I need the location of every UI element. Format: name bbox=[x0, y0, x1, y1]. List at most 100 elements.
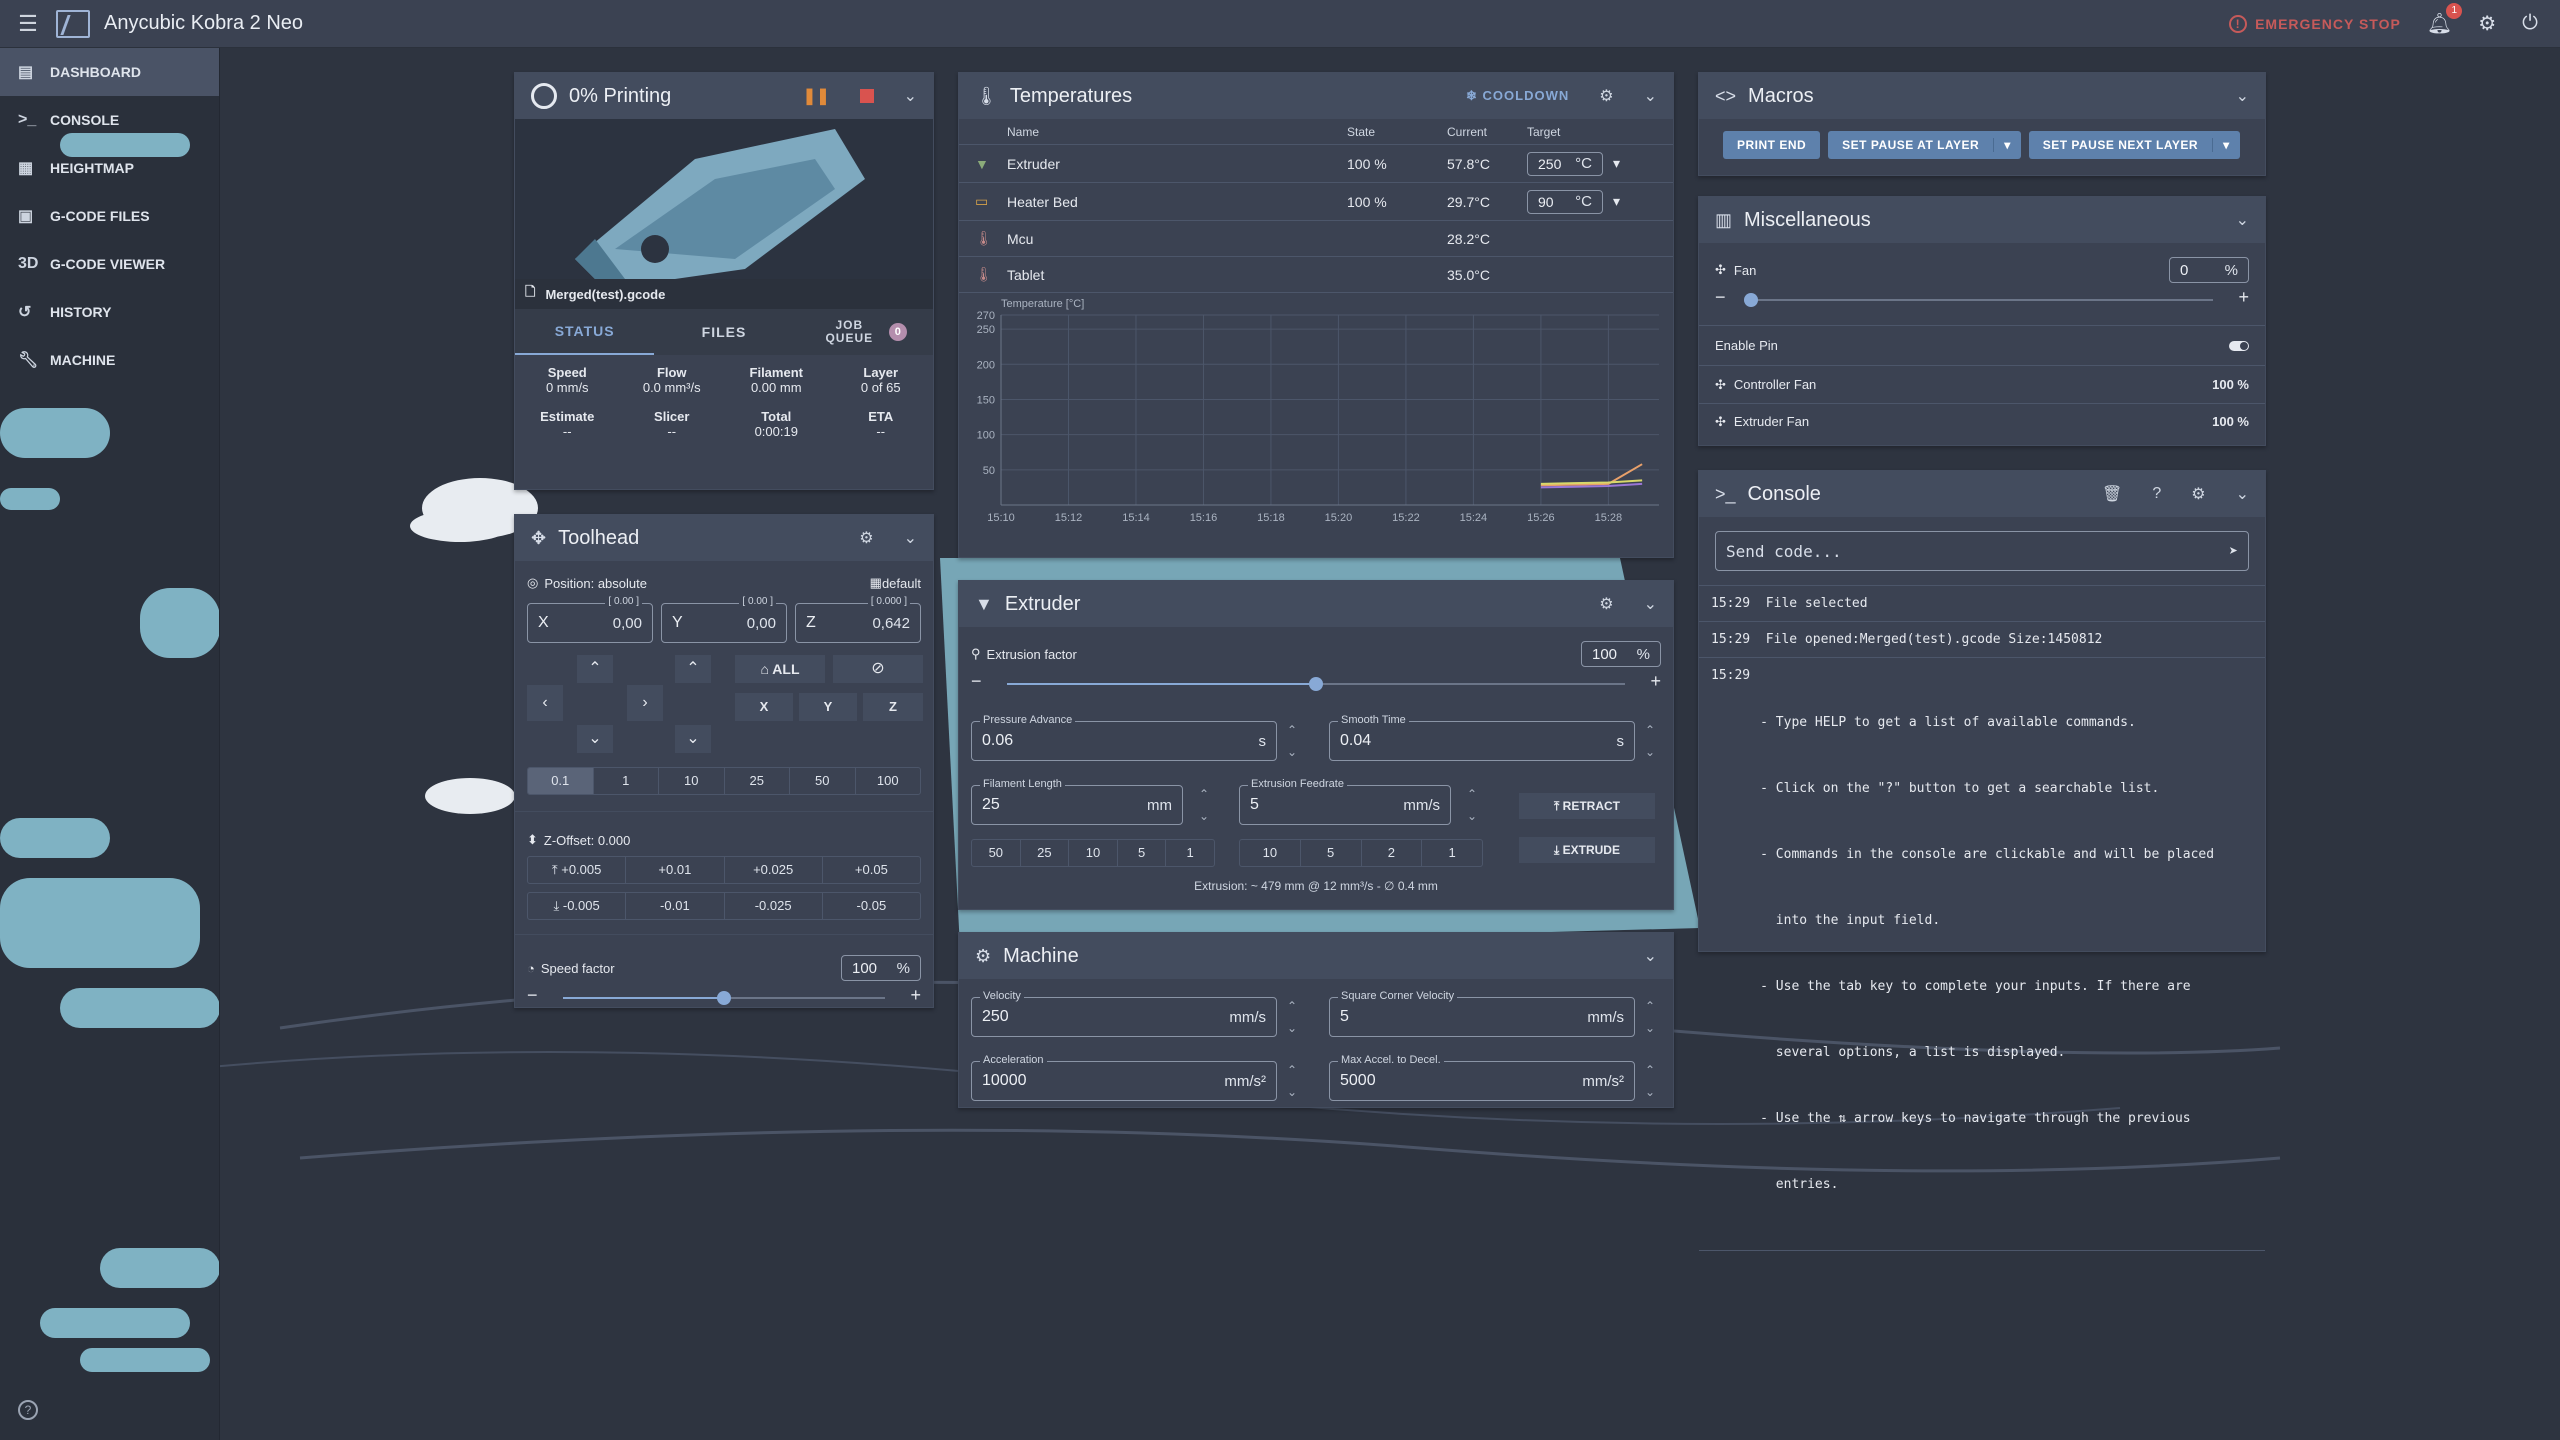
pressure-advance-field[interactable]: Pressure Advance 0.06 s bbox=[971, 714, 1277, 761]
cooldown-button[interactable]: ❄ COOLDOWN bbox=[1466, 88, 1569, 104]
chevron-down-icon[interactable]: ▾ bbox=[2212, 138, 2240, 152]
chevron-down-icon[interactable]: ⌄ bbox=[904, 528, 917, 548]
smooth-time-field[interactable]: Smooth Time 0.04 s bbox=[1329, 714, 1635, 761]
minus-icon[interactable]: − bbox=[971, 671, 982, 692]
retract-button[interactable]: ⤒ RETRACT bbox=[1519, 793, 1655, 819]
print-end-button[interactable]: PRINT END bbox=[1723, 131, 1821, 159]
minus-icon[interactable]: − bbox=[527, 985, 538, 1006]
bed-target-input[interactable]: 90 °C bbox=[1527, 189, 1603, 214]
speed-factor-input[interactable]: 100% bbox=[841, 955, 921, 981]
spinner-arrows-icon[interactable]: ⌃ ⌄ bbox=[1199, 783, 1209, 827]
length-step[interactable]: 1 bbox=[1166, 840, 1214, 866]
minus-icon[interactable]: − bbox=[1715, 287, 1726, 308]
y-plus-button[interactable]: ⌃ bbox=[577, 655, 613, 683]
chevron-down-icon[interactable]: ▾ bbox=[1993, 138, 2021, 152]
chevron-down-icon[interactable]: ▾ bbox=[1613, 193, 1620, 210]
set-pause-at-layer-button[interactable]: SET PAUSE AT LAYER ▾ bbox=[1828, 131, 2021, 159]
z-minus-button[interactable]: ⌄ bbox=[675, 725, 711, 753]
extrude-button[interactable]: ⤓ EXTRUDE bbox=[1519, 837, 1655, 863]
set-pause-next-layer-button[interactable]: SET PAUSE NEXT LAYER ▾ bbox=[2028, 131, 2240, 159]
home-all-button[interactable]: ⌂ ALL bbox=[735, 655, 825, 683]
power-icon[interactable]: ⏻ bbox=[2522, 12, 2538, 35]
spinner-arrows-icon[interactable]: ⌃ ⌄ bbox=[1287, 1059, 1297, 1103]
step-option[interactable]: 25 bbox=[725, 768, 790, 794]
enable-pin-toggle[interactable] bbox=[2229, 340, 2249, 351]
chevron-down-icon[interactable]: ⌄ bbox=[2236, 210, 2249, 230]
home-z-button[interactable]: Z bbox=[863, 693, 923, 721]
nav-history[interactable]: ↺ HISTORY bbox=[0, 288, 219, 336]
feed-step[interactable]: 2 bbox=[1362, 840, 1423, 866]
extrusion-factor-input[interactable]: 100% bbox=[1581, 641, 1661, 667]
help-icon[interactable]: ? bbox=[2152, 485, 2161, 503]
filament-length-field[interactable]: Filament Length 25 mm bbox=[971, 778, 1183, 825]
emergency-stop-button[interactable]: ! EMERGENCY STOP bbox=[2229, 14, 2401, 33]
zoffset-up-button[interactable]: +0.01 bbox=[626, 857, 725, 883]
max-accel-to-decel-field[interactable]: Max Accel. to Decel. 5000 mm/s² bbox=[1329, 1054, 1635, 1101]
tab-status[interactable]: STATUS bbox=[515, 309, 655, 355]
zoffset-up-button[interactable]: +0.025 bbox=[725, 857, 823, 883]
square-corner-velocity-field[interactable]: Square Corner Velocity 5 mm/s bbox=[1329, 990, 1635, 1037]
y-position-field[interactable]: [ 0.00 ] Y 0,00 bbox=[661, 596, 787, 643]
nav-gcode-viewer[interactable]: 3D G-CODE VIEWER bbox=[0, 240, 219, 288]
console-line[interactable]: 15:29 File opened:Merged(test).gcode Siz… bbox=[1699, 622, 2265, 658]
console-line[interactable]: 15:29 File selected bbox=[1699, 586, 2265, 622]
chevron-down-icon[interactable]: ⌄ bbox=[2236, 484, 2249, 504]
length-step[interactable]: 5 bbox=[1118, 840, 1167, 866]
home-y-button[interactable]: Y bbox=[799, 693, 857, 721]
chevron-down-icon[interactable]: ⌄ bbox=[1644, 946, 1657, 966]
gear-icon[interactable]: ⚙ bbox=[1599, 594, 1613, 614]
plus-icon[interactable]: + bbox=[1650, 671, 1661, 692]
nav-heightmap[interactable]: ▦ HEIGHTMAP bbox=[0, 144, 219, 192]
nav-dashboard[interactable]: ▤ DASHBOARD bbox=[0, 48, 219, 96]
plus-icon[interactable]: + bbox=[910, 985, 921, 1006]
spinner-arrows-icon[interactable]: ⌃ ⌄ bbox=[1287, 719, 1297, 763]
length-step[interactable]: 25 bbox=[1021, 840, 1070, 866]
y-minus-button[interactable]: ⌄ bbox=[577, 725, 613, 753]
step-option[interactable]: 50 bbox=[790, 768, 856, 794]
home-x-button[interactable]: X bbox=[735, 693, 793, 721]
step-option[interactable]: 1 bbox=[594, 768, 659, 794]
zoffset-up-button[interactable]: +0.05 bbox=[823, 857, 920, 883]
length-step[interactable]: 50 bbox=[972, 840, 1021, 866]
zoffset-down-button[interactable]: -0.05 bbox=[823, 893, 920, 919]
nav-machine[interactable]: 🔧︎ MACHINE bbox=[0, 336, 219, 384]
gear-icon[interactable]: ⚙ bbox=[1599, 86, 1613, 106]
tab-job-queue[interactable]: JOB QUEUE 0 bbox=[794, 309, 933, 355]
gear-icon[interactable]: ⚙ bbox=[859, 528, 873, 548]
gear-icon[interactable]: ⚙ bbox=[2191, 484, 2205, 504]
stop-icon[interactable] bbox=[859, 89, 874, 103]
zoffset-down-button[interactable]: -0.025 bbox=[725, 893, 823, 919]
extrusion-factor-slider[interactable] bbox=[1007, 677, 1625, 691]
extrusion-feedrate-field[interactable]: Extrusion Feedrate 5 mm/s bbox=[1239, 778, 1451, 825]
console-input[interactable]: Send code... ➤ bbox=[1715, 531, 2249, 571]
chevron-down-icon[interactable]: ⌄ bbox=[1644, 594, 1657, 614]
tab-files[interactable]: FILES bbox=[654, 309, 793, 355]
zoffset-down-button[interactable]: -0.01 bbox=[626, 893, 725, 919]
feed-step[interactable]: 5 bbox=[1301, 840, 1362, 866]
fan-slider[interactable] bbox=[1744, 293, 2213, 307]
length-step[interactable]: 10 bbox=[1069, 840, 1118, 866]
x-plus-button[interactable]: › bbox=[627, 685, 663, 721]
speed-factor-slider[interactable] bbox=[563, 991, 885, 1005]
chevron-down-icon[interactable]: ⌄ bbox=[904, 86, 917, 106]
motors-off-button[interactable]: ⊘ bbox=[833, 655, 923, 683]
trash-icon[interactable]: 🗑︎ bbox=[2102, 484, 2122, 504]
help-icon[interactable]: ? bbox=[18, 1400, 38, 1420]
chevron-down-icon[interactable]: ⌄ bbox=[2236, 86, 2249, 106]
spinner-arrows-icon[interactable]: ⌃ ⌄ bbox=[1467, 783, 1477, 827]
plus-icon[interactable]: + bbox=[2238, 287, 2249, 308]
extruder-target-input[interactable]: 250 °C bbox=[1527, 151, 1603, 176]
x-minus-button[interactable]: ‹ bbox=[527, 685, 563, 721]
menu-icon[interactable]: ☰ bbox=[0, 11, 56, 37]
spinner-arrows-icon[interactable]: ⌃ ⌄ bbox=[1645, 1059, 1655, 1103]
settings-gear-icon[interactable]: ⚙ bbox=[2478, 11, 2496, 36]
z-plus-button[interactable]: ⌃ bbox=[675, 655, 711, 683]
send-icon[interactable]: ➤ bbox=[2229, 542, 2238, 560]
feed-step[interactable]: 10 bbox=[1240, 840, 1301, 866]
notifications-bell-icon[interactable]: 🔔︎ 1 bbox=[2427, 3, 2463, 36]
feed-step[interactable]: 1 bbox=[1422, 840, 1482, 866]
zoffset-down-button[interactable]: ⤓ -0.005 bbox=[528, 893, 627, 919]
zoffset-up-button[interactable]: ⤒ +0.005 bbox=[528, 857, 627, 883]
x-position-field[interactable]: [ 0.00 ] X 0,00 bbox=[527, 596, 653, 643]
z-position-field[interactable]: [ 0.000 ] Z 0,642 bbox=[795, 596, 921, 643]
